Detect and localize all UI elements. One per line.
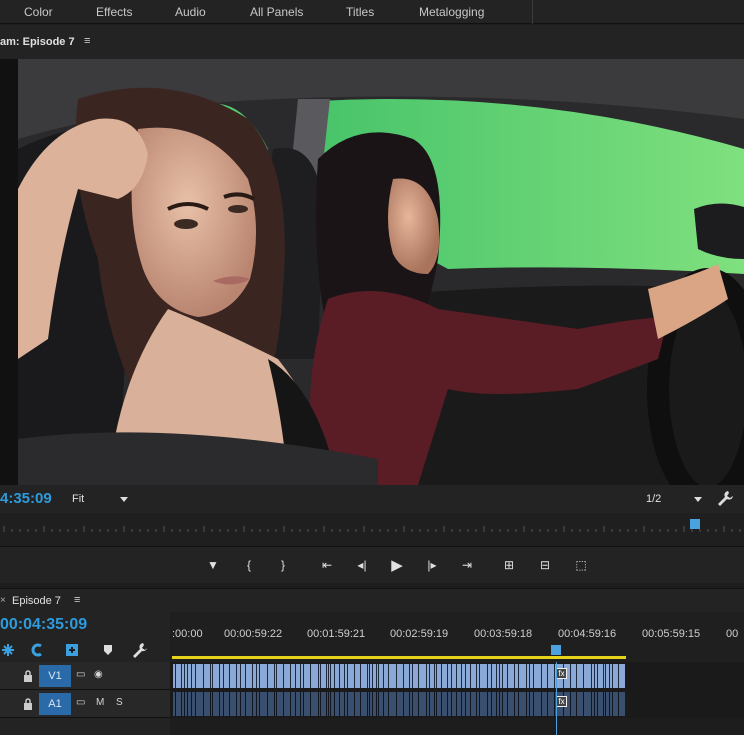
timeline-ruler[interactable]: :00:00 00:00:59:22 00:01:59:21 00:02:59:…: [170, 612, 744, 662]
step-back-icon[interactable]: ◂|: [353, 556, 371, 574]
lock-icon[interactable]: [23, 698, 33, 710]
workspace-tab-titles[interactable]: Titles: [346, 5, 374, 19]
playhead-handle[interactable]: [690, 519, 700, 529]
step-forward-icon[interactable]: |▸: [423, 556, 441, 574]
sequence-tab[interactable]: Episode 7: [12, 595, 61, 607]
ruler-label: :00:00: [172, 628, 203, 640]
wrench-icon[interactable]: [716, 489, 734, 507]
timeline-playhead-line: [556, 662, 557, 735]
work-area-bar[interactable]: [172, 656, 626, 659]
marker-icon[interactable]: [100, 642, 116, 658]
camera-icon[interactable]: ⬚: [572, 556, 590, 574]
film-icon[interactable]: ▭: [76, 669, 85, 680]
solo-button[interactable]: S: [116, 697, 123, 708]
workspace-tab-all-panels[interactable]: All Panels: [250, 5, 303, 19]
hamburger-icon[interactable]: ≡: [74, 594, 80, 606]
track-body-v1[interactable]: [170, 662, 744, 690]
monitor-controls: 4:35:09 Fit 1/2: [0, 485, 744, 513]
chevron-down-icon: [120, 497, 128, 502]
workspace-tab-effects[interactable]: Effects: [96, 5, 132, 19]
zoom-select-value: Fit: [72, 493, 85, 505]
ruler-label: 00:03:59:18: [474, 628, 533, 640]
sequence-timecode[interactable]: 00:04:35:09: [0, 616, 87, 634]
add-marker-tool-icon[interactable]: [64, 642, 80, 658]
resolution-select[interactable]: 1/2: [640, 490, 706, 508]
video-frame: [18, 59, 744, 485]
ruler-label: 00:05:59:15: [642, 628, 701, 640]
ruler-label: 00: [726, 628, 739, 640]
timeline-panel-header: × Episode 7 ≡: [0, 588, 744, 612]
fx-badge: fx: [556, 696, 567, 707]
program-monitor-viewer[interactable]: [0, 59, 744, 485]
go-to-in-icon[interactable]: ⇤: [318, 556, 336, 574]
track-header-a1: A1 ▭ M S: [0, 690, 170, 718]
scrub-ruler: [3, 526, 741, 532]
track-target-a1[interactable]: A1: [39, 693, 71, 715]
workspace-tab-audio[interactable]: Audio: [175, 5, 206, 19]
track-header-v1: V1 ▭ ◉: [0, 662, 170, 690]
workspace-tab-color[interactable]: Color: [24, 5, 53, 19]
track-body-a1[interactable]: [170, 690, 744, 718]
track-target-v1[interactable]: V1: [39, 665, 71, 687]
timeline-playhead-handle[interactable]: [551, 645, 561, 655]
mark-in-icon[interactable]: {: [240, 556, 258, 574]
insert-icon[interactable]: ⊞: [500, 556, 518, 574]
track-a1: A1 ▭ M S fx: [0, 690, 744, 718]
program-monitor-header: am: Episode 7 ≡: [0, 25, 744, 59]
add-marker-icon[interactable]: ▼: [204, 556, 222, 574]
mark-out-icon[interactable]: }: [274, 556, 292, 574]
mute-button[interactable]: M: [96, 697, 104, 708]
ruler-label: 00:04:59:16: [558, 628, 617, 640]
chevron-down-icon: [694, 497, 702, 502]
zoom-select[interactable]: Fit: [66, 490, 132, 508]
snap-icon[interactable]: [0, 642, 16, 658]
film-icon[interactable]: ▭: [76, 697, 85, 708]
eye-icon[interactable]: ◉: [94, 669, 103, 680]
program-monitor-title[interactable]: am: Episode 7: [0, 36, 75, 48]
go-to-out-icon[interactable]: ⇥: [458, 556, 476, 574]
playhead-timecode[interactable]: 4:35:09: [0, 490, 52, 507]
ruler-label: 00:01:59:21: [307, 628, 366, 640]
transport-controls: ▼ { } ⇤ ◂| ▶ |▸ ⇥ ⊞ ⊟ ⬚: [0, 547, 744, 583]
track-v1: V1 ▭ ◉ fx: [0, 662, 744, 690]
linked-selection-icon[interactable]: [30, 642, 46, 658]
play-icon[interactable]: ▶: [388, 556, 406, 574]
close-icon[interactable]: ×: [0, 595, 6, 606]
ruler-label: 00:00:59:22: [224, 628, 283, 640]
fx-badge: fx: [556, 668, 567, 679]
wrench-icon[interactable]: [132, 642, 148, 658]
workspace-divider: [532, 0, 533, 24]
overwrite-icon[interactable]: ⊟: [536, 556, 554, 574]
workspace-bar: Color Effects Audio All Panels Titles Me…: [0, 0, 744, 24]
ruler-label: 00:02:59:19: [390, 628, 449, 640]
resolution-select-value: 1/2: [646, 493, 662, 505]
monitor-scrub-bar[interactable]: [0, 513, 744, 547]
lock-icon[interactable]: [23, 670, 33, 682]
workspace-tab-metalogging[interactable]: Metalogging: [419, 5, 484, 19]
hamburger-icon[interactable]: ≡: [84, 35, 90, 47]
